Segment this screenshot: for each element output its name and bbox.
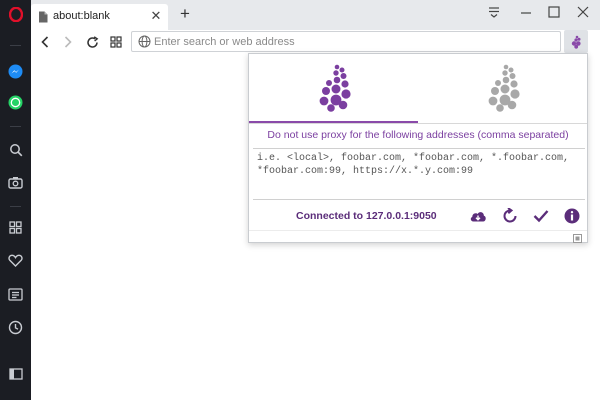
reload-page-icon[interactable]: [84, 34, 100, 50]
reload-icon[interactable]: [501, 207, 519, 225]
tab-title: about:blank: [53, 10, 110, 22]
sidebar-divider: [10, 206, 21, 207]
minimize-icon[interactable]: [519, 5, 535, 21]
opera-logo-icon[interactable]: [7, 6, 24, 23]
forward-icon[interactable]: [60, 34, 76, 50]
info-icon[interactable]: [563, 207, 581, 225]
back-icon[interactable]: [37, 34, 53, 50]
address-toolbar: [31, 30, 600, 54]
menu-icon[interactable]: [487, 5, 503, 21]
news-icon[interactable]: [7, 286, 24, 303]
sidebar-toggle-icon[interactable]: [7, 365, 24, 382]
check-icon[interactable]: [532, 207, 550, 225]
onion-purple-icon: [319, 64, 351, 112]
close-icon[interactable]: ✕: [149, 9, 163, 23]
new-tab-button[interactable]: +: [177, 5, 193, 22]
onion-proxy-extension-button[interactable]: [564, 30, 588, 53]
proxy-popup: Do not use proxy for the following addre…: [248, 53, 588, 243]
opera-sidebar: [0, 0, 31, 400]
tab-bar: about:blank ✕ +: [31, 0, 600, 30]
maximize-icon[interactable]: [547, 5, 563, 21]
proxy-enabled-mode[interactable]: [249, 54, 418, 122]
download-icon[interactable]: [469, 207, 487, 225]
status-bar: Connected to 127.0.0.1:9050: [249, 202, 587, 230]
proxy-disabled-mode[interactable]: [418, 54, 587, 122]
address-bar: [131, 31, 561, 52]
history-icon[interactable]: [7, 319, 24, 336]
tab-about-blank[interactable]: about:blank ✕: [31, 4, 168, 30]
sidebar-divider: [10, 126, 21, 127]
bypass-note: Do not use proxy for the following addre…: [267, 129, 569, 141]
search-icon[interactable]: [7, 141, 24, 158]
connection-status: Connected to 127.0.0.1:9050: [296, 210, 437, 222]
heart-icon[interactable]: [7, 252, 24, 269]
messenger-icon[interactable]: [7, 63, 24, 80]
page-icon: [38, 11, 48, 26]
window-close-icon[interactable]: [576, 5, 592, 21]
globe-icon: [138, 35, 151, 51]
speed-dial-icon[interactable]: [7, 219, 24, 236]
sidebar-divider: [10, 45, 21, 46]
popup-footer: [249, 230, 587, 243]
tab-grid-icon[interactable]: [108, 34, 124, 50]
header-divider: [249, 123, 587, 124]
mode-selector: [249, 54, 587, 124]
bypass-list-textarea[interactable]: [253, 148, 585, 200]
camera-icon[interactable]: [7, 174, 24, 191]
onion-gray-icon: [488, 64, 520, 112]
address-input[interactable]: [154, 33, 554, 50]
whatsapp-icon[interactable]: [7, 94, 24, 111]
resize-icon[interactable]: [573, 232, 582, 246]
